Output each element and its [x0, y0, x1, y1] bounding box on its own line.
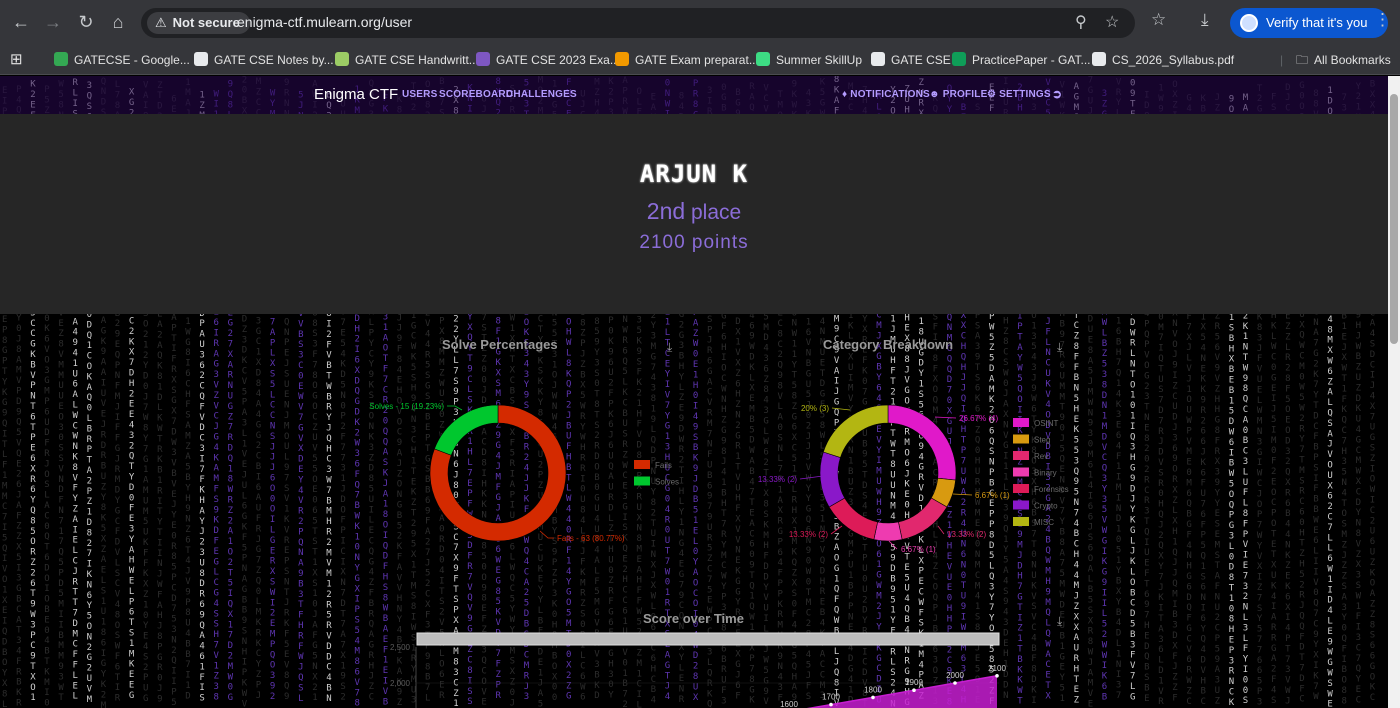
bookmark-item[interactable]: PracticePaper - GAT...	[952, 50, 1090, 70]
address-bar[interactable]: ⚠ Not secure enigma-ctf.mulearn.org/user …	[141, 8, 1135, 38]
home-icon[interactable]: ⌂	[106, 10, 130, 34]
bookmark-item[interactable]: GATE CSE	[871, 50, 951, 70]
download-icon[interactable]: ⤓	[1201, 10, 1209, 30]
bookmark-label: GATE Exam preparat...	[635, 53, 759, 67]
avatar	[1240, 14, 1258, 32]
all-bookmarks[interactable]: 🗀 All Bookmarks	[1296, 50, 1391, 70]
bookmark-label: CS_2026_Syllabus.pdf	[1112, 53, 1234, 67]
bookmark-label: GATE CSE	[891, 53, 951, 67]
bookmark-item[interactable]: CS_2026_Syllabus.pdf	[1092, 50, 1234, 70]
all-bookmarks-label: All Bookmarks	[1314, 53, 1391, 67]
back-icon[interactable]: ←	[9, 10, 33, 34]
forward-icon[interactable]: →	[41, 10, 65, 34]
bookmark-label: PracticePaper - GAT...	[972, 53, 1090, 67]
bookmarks-divider: |	[1280, 50, 1283, 70]
bookmark-favicon	[952, 52, 966, 66]
security-label: Not secure	[173, 15, 240, 30]
bookmark-label: GATE CSE Handwritt...	[355, 53, 479, 67]
bookmark-item[interactable]: GATE CSE 2023 Exa...	[476, 50, 620, 70]
browser-toolbar: ← → ↻ ⌂ ⚠ Not secure enigma-ctf.mulearn.o…	[0, 0, 1400, 45]
bookmarks-bar: ⊞ GATECSE - Google... GATE CSE Notes by.…	[0, 45, 1400, 75]
bookmark-item[interactable]: GATE CSE Handwritt...	[335, 50, 479, 70]
bookmark-favicon	[476, 52, 490, 66]
verify-button[interactable]: Verify that it's you	[1230, 8, 1388, 38]
bookmark-favicon	[871, 52, 885, 66]
bookmark-favicon	[756, 52, 770, 66]
verify-label: Verify that it's you	[1266, 15, 1367, 30]
zoom-icon[interactable]: ⚲	[1075, 12, 1087, 32]
security-chip[interactable]: ⚠ Not secure	[147, 12, 250, 34]
bookmark-label: GATECSE - Google...	[74, 53, 190, 67]
menu-icon[interactable]: ⋮	[1374, 10, 1391, 30]
url-text[interactable]: enigma-ctf.mulearn.org/user	[237, 14, 412, 30]
bookmark-favicon	[194, 52, 208, 66]
warning-icon: ⚠	[155, 12, 167, 34]
bookmark-favicon	[54, 52, 68, 66]
reload-icon[interactable]: ↻	[74, 10, 98, 34]
bookmark-favicon	[335, 52, 349, 66]
bookmark-item[interactable]: GATE CSE Notes by...	[194, 50, 334, 70]
folder-icon: 🗀	[1296, 53, 1308, 67]
bookmark-item[interactable]: GATE Exam preparat...	[615, 50, 759, 70]
extensions-star-icon[interactable]: ☆	[1151, 10, 1166, 30]
apps-icon[interactable]: ⊞	[10, 50, 23, 70]
bookmark-label: GATE CSE Notes by...	[214, 53, 334, 67]
page-content: EIPSC5VOK2XCRIYFURGB78EP8GPTYKG9QITLF1MM…	[0, 76, 1388, 708]
bookmark-item[interactable]: GATECSE - Google...	[54, 50, 190, 70]
bookmark-favicon	[615, 52, 629, 66]
bookmark-star-icon[interactable]: ☆	[1105, 12, 1119, 32]
bookmark-label: GATE CSE 2023 Exa...	[496, 53, 620, 67]
bookmark-favicon	[1092, 52, 1106, 66]
bookmark-label: Summer SkillUp	[776, 53, 862, 67]
bookmark-item[interactable]: Summer SkillUp	[756, 50, 862, 70]
